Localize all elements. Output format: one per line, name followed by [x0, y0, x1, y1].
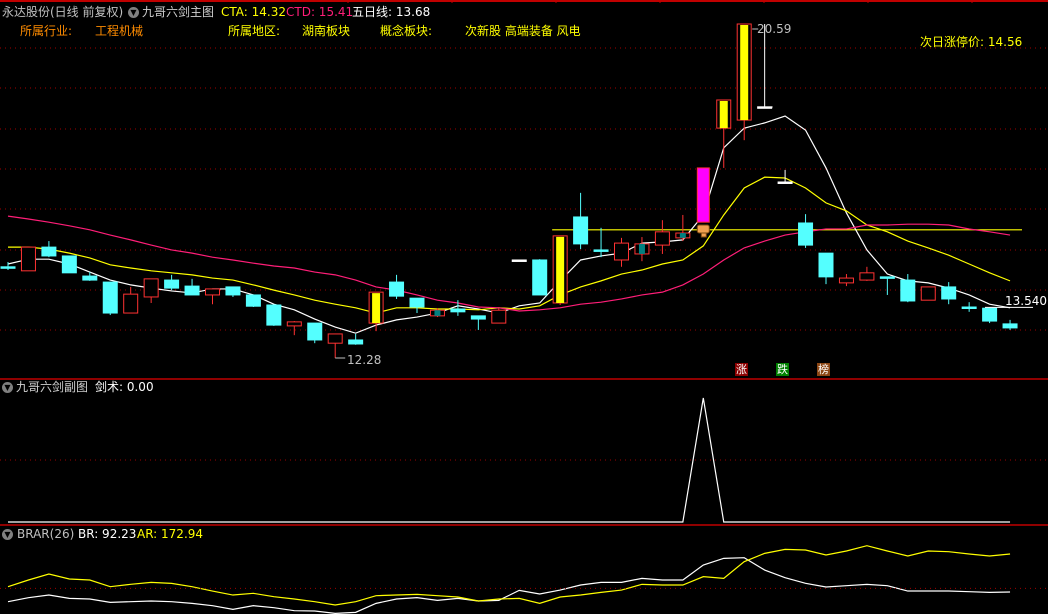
ctd-value: CTD: 15.41 [286, 5, 354, 19]
ma-line-ma5 [7, 115, 1011, 334]
low-price-label: 12.28 [347, 353, 382, 367]
collapse-toggle-icon[interactable]: ▼ [128, 5, 139, 19]
kline-chart[interactable] [0, 0, 1048, 614]
brar-title[interactable]: BRAR(26) [17, 527, 74, 541]
sub1-collapse-icon[interactable]: ▼ [2, 380, 13, 394]
candle-body [511, 259, 527, 262]
candle-body [123, 293, 139, 314]
last-price-label: 13.540 [1005, 294, 1047, 308]
candle-body [61, 255, 77, 274]
ranking-tag[interactable]: 榜 [817, 363, 830, 376]
brar-line-ar [7, 545, 1011, 606]
candle-body [0, 266, 16, 269]
candle-body-fill [638, 243, 645, 254]
candle-body [777, 181, 793, 184]
candle-body [286, 321, 302, 327]
candle-body-fill [434, 310, 441, 316]
sword-line [8, 397, 1011, 523]
region-value: 湖南板块 [302, 24, 351, 38]
sub2-collapse-icon[interactable]: ▼ [2, 527, 13, 541]
candle-body [205, 288, 220, 296]
hand-pointer-icon [700, 232, 707, 238]
indicator-name[interactable]: 九哥六剑主图 [142, 5, 214, 19]
sub1-title[interactable]: 九哥六剑副图 [16, 380, 88, 394]
candle-body [900, 279, 916, 302]
hand-pointer-icon [696, 224, 710, 234]
candle-body [491, 309, 507, 324]
candle-body [593, 249, 609, 252]
candle-body [20, 246, 36, 272]
candle-body [307, 322, 323, 341]
concept-value: 次新股 高端装备 风电 [465, 24, 581, 38]
candle-body [798, 222, 814, 246]
ar-value: AR: 172.94 [137, 527, 204, 541]
candle-body [409, 297, 425, 308]
candle-body-fill [740, 25, 749, 121]
candle-body [41, 246, 57, 257]
candle-body [102, 281, 118, 314]
candle-body [1002, 323, 1018, 329]
candle-body-fill [719, 100, 728, 129]
fall-tag[interactable]: 跌 [776, 363, 789, 376]
brar-line-br [7, 557, 1011, 614]
candle-body [859, 272, 875, 281]
candle-body [348, 339, 364, 345]
candle-body-fill [372, 293, 381, 324]
candle-body [245, 294, 261, 307]
industry-value: 工程机械 [95, 24, 144, 38]
candle-body [470, 315, 486, 320]
candle-body [82, 275, 98, 281]
candle-body [143, 278, 159, 298]
candle-body [450, 308, 466, 313]
candle-body [614, 242, 629, 261]
candle-body [961, 306, 977, 310]
rise-tag[interactable]: 涨 [735, 363, 748, 376]
candle-body [532, 259, 548, 296]
region-label: 所属地区: [228, 24, 281, 38]
candle-body [982, 307, 998, 322]
candle-body [573, 216, 589, 245]
candle-body [920, 286, 936, 301]
candle-body [818, 252, 834, 278]
candle-body [879, 276, 895, 279]
candle-body-fill [556, 236, 565, 303]
candle-body [164, 279, 180, 289]
candle-body [941, 286, 957, 300]
br-value: BR: 92.23 [78, 527, 137, 541]
candle-body [327, 333, 343, 344]
candle-body [838, 277, 854, 284]
industry-label: 所属行业: [20, 24, 73, 38]
candle-body [225, 286, 241, 296]
sub1-value: 剑术: 0.00 [95, 380, 154, 394]
high-price-label: 20.59 [757, 22, 792, 36]
candle-body [266, 304, 282, 326]
candle-body [654, 231, 670, 246]
candle-body-fill [679, 233, 686, 238]
concept-label: 概念板块: [380, 24, 433, 38]
stock-title: 永达股份(日线 前复权) [2, 5, 124, 19]
candle-body [389, 281, 405, 297]
next-day-limit-up-price: 次日涨停价: 14.56 [920, 35, 1023, 49]
ma5-value: 五日线: 13.68 [352, 5, 431, 19]
candle-body [696, 167, 710, 223]
cta-value: CTA: 14.32 [221, 5, 286, 19]
candle-body [184, 285, 200, 296]
